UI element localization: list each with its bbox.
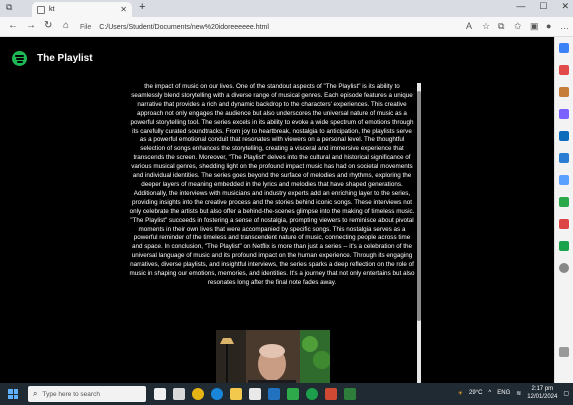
url-text: C:/Users/Student/Documents/new%20idoreee… xyxy=(99,23,269,31)
clock[interactable]: 2:17 pm 12/01/2024 xyxy=(527,385,557,401)
article-text: the impact of music on our lives. One of… xyxy=(129,83,415,286)
search-sidebar-icon[interactable] xyxy=(559,43,569,53)
apps-icon[interactable] xyxy=(559,219,569,229)
powerpoint-icon[interactable] xyxy=(325,388,337,400)
article-scrollbar[interactable] xyxy=(417,83,421,383)
vscode-icon[interactable] xyxy=(268,388,280,400)
collections-icon[interactable]: ▣ xyxy=(530,21,539,32)
windows-start-icon[interactable] xyxy=(8,389,18,399)
url-scheme-label: File xyxy=(80,23,92,31)
weather-icon[interactable]: ☀ xyxy=(458,390,463,397)
favorite-icon[interactable]: ☆ xyxy=(482,21,490,32)
widgets-icon[interactable] xyxy=(173,388,185,400)
window-controls: — ☐ ✕ xyxy=(516,1,569,12)
shopping-icon[interactable] xyxy=(559,65,569,75)
url-field[interactable]: File C:/Users/Student/Documents/new%20id… xyxy=(80,20,465,34)
tray-arrow-icon[interactable]: ^ xyxy=(488,390,491,396)
excel-icon[interactable] xyxy=(559,241,569,251)
system-tray: ☀ 29°C ^ ENG ≋ 2:17 pm 12/01/2024 ▢ xyxy=(458,385,569,401)
favorites-list-icon[interactable]: ✩ xyxy=(514,21,522,32)
new-tab-icon[interactable]: + xyxy=(139,1,145,13)
search-placeholder: Type here to search xyxy=(42,390,100,398)
scrollbar-thumb[interactable] xyxy=(417,91,421,321)
clock-time: 2:17 pm xyxy=(531,386,554,392)
excel-taskbar-icon[interactable] xyxy=(344,388,356,400)
page-favicon-icon xyxy=(37,5,45,14)
profile-icon[interactable]: ● xyxy=(546,21,551,31)
file-explorer-icon[interactable] xyxy=(230,388,242,400)
chrome-icon[interactable] xyxy=(192,388,204,400)
address-bar-row: ← → ↻ ⌂ File C:/Users/Student/Documents/… xyxy=(0,17,573,37)
drop-icon[interactable] xyxy=(559,175,569,185)
minimize-icon[interactable]: — xyxy=(516,1,525,12)
office-icon[interactable] xyxy=(559,131,569,141)
home-icon[interactable]: ⌂ xyxy=(63,20,69,31)
browser-tab-strip: ⧉ kt ✕ + — ☐ ✕ xyxy=(0,0,573,17)
article-image xyxy=(216,330,330,383)
tools-icon[interactable] xyxy=(559,87,569,97)
more-menu-icon[interactable]: … xyxy=(560,21,569,31)
pinned-apps xyxy=(154,388,356,400)
back-icon[interactable]: ← xyxy=(8,20,18,31)
wifi-icon[interactable]: ≋ xyxy=(516,390,521,397)
add-icon[interactable] xyxy=(559,263,569,273)
browser-sidebar xyxy=(554,37,573,383)
article-body: the impact of music on our lives. One of… xyxy=(128,83,416,383)
search-icon: ⌕ xyxy=(33,389,38,398)
taskbar-search-box[interactable]: ⌕ Type here to search xyxy=(28,386,146,402)
task-view-icon[interactable] xyxy=(154,388,166,400)
clock-date: 12/01/2024 xyxy=(527,394,558,400)
brand-title: The Playlist xyxy=(37,53,93,64)
notifications-icon[interactable]: ▢ xyxy=(563,390,569,397)
taskbar: ⌕ Type here to search ☀ 29°C ^ ENG ≋ 2:1… xyxy=(0,383,573,405)
weather-temp[interactable]: 29°C xyxy=(469,390,482,396)
refresh-icon[interactable]: ↻ xyxy=(44,20,52,31)
language-indicator[interactable]: ENG xyxy=(497,390,510,396)
forward-icon[interactable]: → xyxy=(26,20,36,31)
spotify-logo-icon xyxy=(12,51,27,66)
chrome-alt-icon[interactable] xyxy=(306,388,318,400)
designer-icon[interactable] xyxy=(559,197,569,207)
brand-header: The Playlist xyxy=(12,51,93,66)
tab-close-icon[interactable]: ✕ xyxy=(120,5,127,14)
outlook-icon[interactable] xyxy=(559,153,569,163)
maximize-icon[interactable]: ☐ xyxy=(539,1,547,12)
spreadsheet-icon[interactable] xyxy=(287,388,299,400)
tab-actions-icon[interactable]: ⧉ xyxy=(6,2,12,13)
split-screen-icon[interactable]: ⧉ xyxy=(498,21,504,32)
read-aloud-icon[interactable]: A xyxy=(466,21,472,31)
games-icon[interactable] xyxy=(559,109,569,119)
store-icon[interactable] xyxy=(249,388,261,400)
close-window-icon[interactable]: ✕ xyxy=(561,1,569,12)
sidebar-settings-icon[interactable] xyxy=(559,347,569,357)
tab-title: kt xyxy=(49,6,55,13)
edge-icon[interactable] xyxy=(211,388,223,400)
browser-tab[interactable]: kt ✕ xyxy=(32,2,132,17)
page-content: The Playlist the impact of music on our … xyxy=(0,37,554,383)
